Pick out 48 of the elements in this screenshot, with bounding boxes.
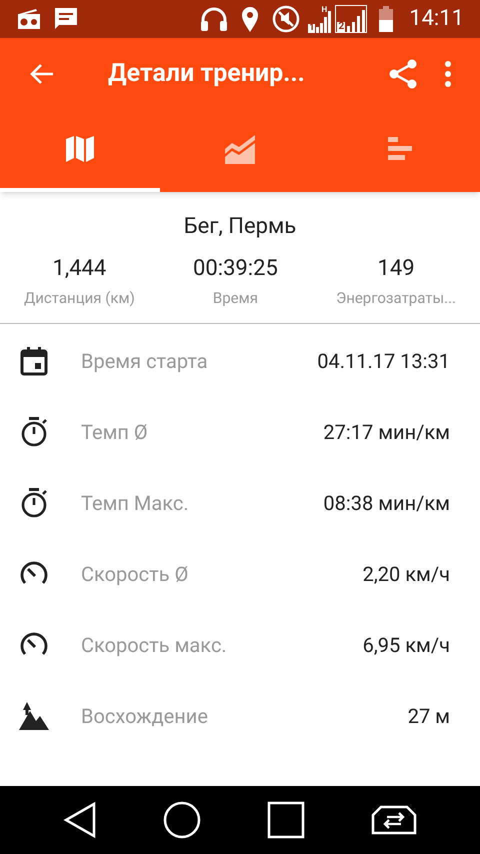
stat-label: Дистанция (км) xyxy=(24,288,135,308)
sim-signal-icon: 2 xyxy=(335,5,368,33)
calendar-icon xyxy=(19,346,49,376)
back-triangle-icon xyxy=(63,802,97,838)
home-circle-icon xyxy=(163,801,201,839)
stat-value: 1,444 xyxy=(52,255,106,282)
detail-value: 2,20 км/ч xyxy=(362,560,450,588)
detail-value: 27:17 мин/км xyxy=(323,418,450,446)
sim-swap-icon xyxy=(371,805,417,835)
headphones-icon xyxy=(200,6,228,32)
more-vertical-icon xyxy=(444,61,452,87)
detail-label: Темп Ø xyxy=(81,418,149,446)
share-button[interactable] xyxy=(388,59,418,89)
detail-label: Темп Макс. xyxy=(81,490,190,516)
stat-label: Время xyxy=(212,288,258,308)
detail-value: 6,95 км/ч xyxy=(362,632,450,658)
screen-title: Детали тренир... xyxy=(108,58,305,90)
workout-title: Бег, Пермь xyxy=(184,213,296,241)
detail-label: Время старта xyxy=(81,348,209,374)
stat-value: 00:39:25 xyxy=(193,255,278,282)
stopwatch-icon xyxy=(19,486,49,518)
detail-value: 27 м xyxy=(408,702,450,730)
back-nav-button[interactable] xyxy=(63,802,97,838)
detail-label: Восхождение xyxy=(81,702,209,730)
detail-label: Скорость Ø xyxy=(81,560,190,588)
battery-icon xyxy=(379,6,394,32)
sim-switch-button[interactable] xyxy=(371,805,417,835)
stat-value: 149 xyxy=(377,255,415,282)
area-chart-icon xyxy=(224,134,256,164)
location-pin-icon xyxy=(240,5,260,33)
message-icon xyxy=(54,7,78,31)
detail-value: 04.11.17 13:31 xyxy=(317,348,450,374)
stat-label: Энергозатраты... xyxy=(336,288,456,308)
clock-time: 14:11 xyxy=(409,8,464,30)
bar-list-icon xyxy=(387,136,413,162)
radio-icon xyxy=(16,8,42,30)
mountain-icon xyxy=(18,700,50,730)
more-options-button[interactable] xyxy=(444,61,452,87)
square-icon xyxy=(267,801,305,839)
share-icon xyxy=(388,59,418,89)
recent-apps-button[interactable] xyxy=(267,801,305,839)
detail-value: 08:38 мин/км xyxy=(323,490,450,516)
back-arrow-icon xyxy=(29,62,55,86)
home-button[interactable] xyxy=(163,801,201,839)
map-icon xyxy=(65,135,95,163)
muted-speaker-icon xyxy=(272,5,300,33)
detail-label: Скорость макс. xyxy=(81,632,228,658)
stopwatch-icon xyxy=(19,416,49,448)
